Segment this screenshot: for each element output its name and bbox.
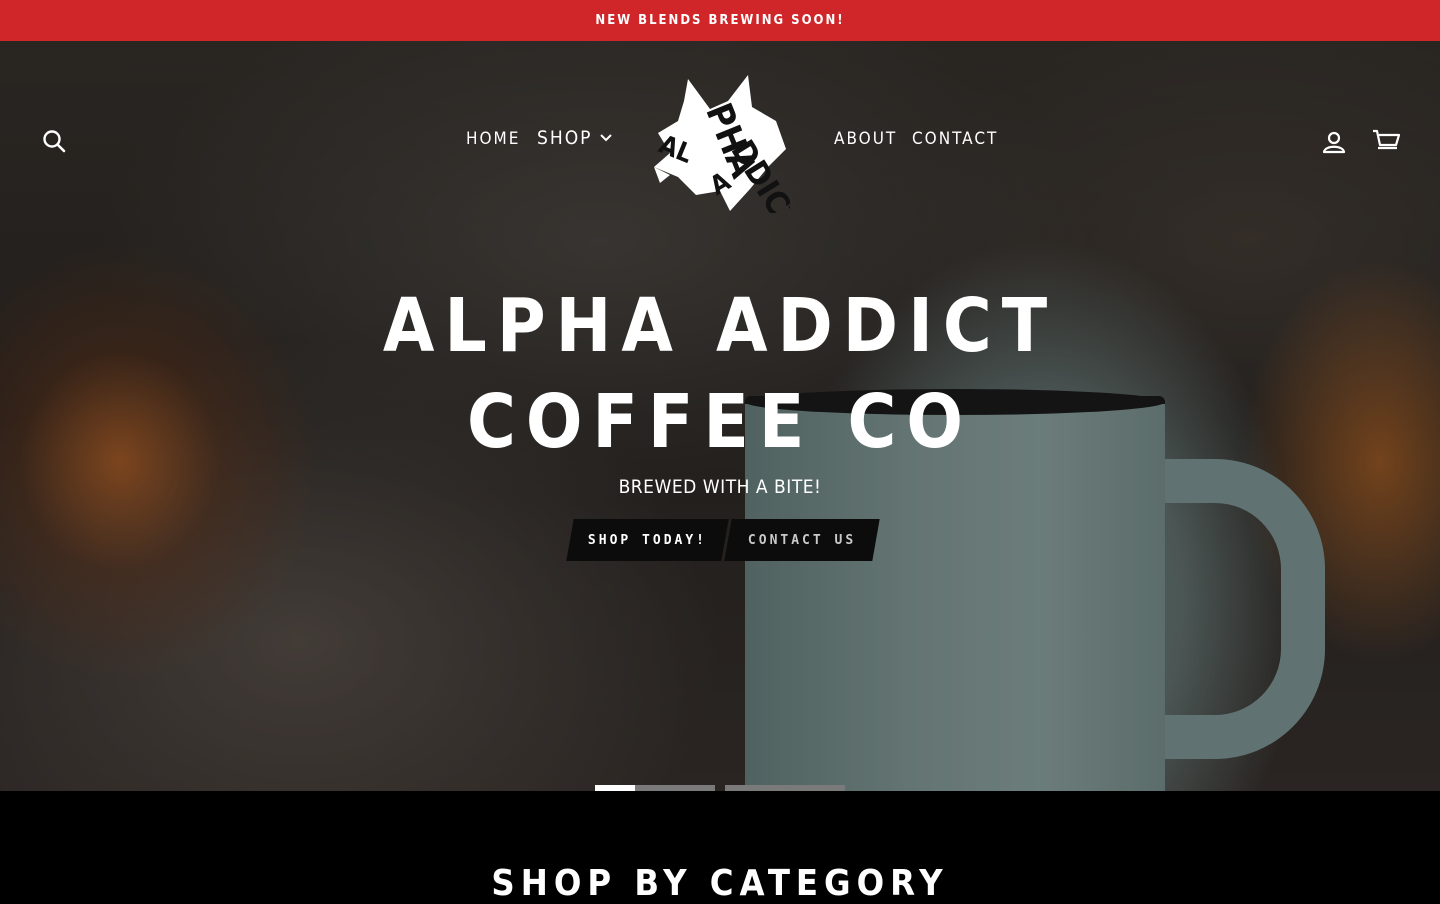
search-icon	[43, 130, 66, 153]
cart-icon	[1373, 129, 1400, 150]
chevron-down-icon	[600, 134, 613, 142]
contact-us-label: CONTACT US	[747, 532, 857, 548]
category-title: SHOP BY CATEGORY	[491, 863, 949, 904]
shop-today-label: SHOP TODAY!	[587, 532, 708, 548]
nav-contact[interactable]: CONTACT	[912, 129, 998, 149]
nav-home[interactable]: HOME	[466, 129, 520, 149]
wolf-logo-icon: AL PHA A DDICT	[654, 75, 809, 238]
category-section: SHOP BY CATEGORY	[0, 791, 1440, 904]
account-button[interactable]	[1316, 124, 1352, 160]
site-header: HOME SHOP AL PHA A DDICT ABOUT CONTACT	[0, 41, 1440, 241]
announcement-bar: NEW BLENDS BREWING SOON!	[0, 0, 1440, 41]
hero-title-line2: COFFEE CO	[467, 379, 973, 465]
cart-button[interactable]	[1368, 123, 1404, 159]
hero-title-line1: ALPHA ADDICT	[382, 283, 1058, 369]
contact-us-button[interactable]: CONTACT US	[724, 519, 880, 561]
search-button[interactable]	[36, 123, 72, 159]
shop-today-button[interactable]: SHOP TODAY!	[566, 519, 729, 561]
nav-shop-label: SHOP	[537, 127, 593, 149]
hero-subtitle: BREWED WITH A BITE!	[618, 476, 822, 498]
user-icon	[1322, 131, 1346, 154]
nav-shop[interactable]: SHOP	[537, 127, 613, 149]
announcement-text: NEW BLENDS BREWING SOON!	[595, 13, 845, 28]
site-logo[interactable]: AL PHA A DDICT	[650, 71, 809, 238]
hero-title: ALPHA ADDICT COFFEE CO	[320, 278, 1120, 470]
nav-about[interactable]: ABOUT	[834, 129, 897, 149]
